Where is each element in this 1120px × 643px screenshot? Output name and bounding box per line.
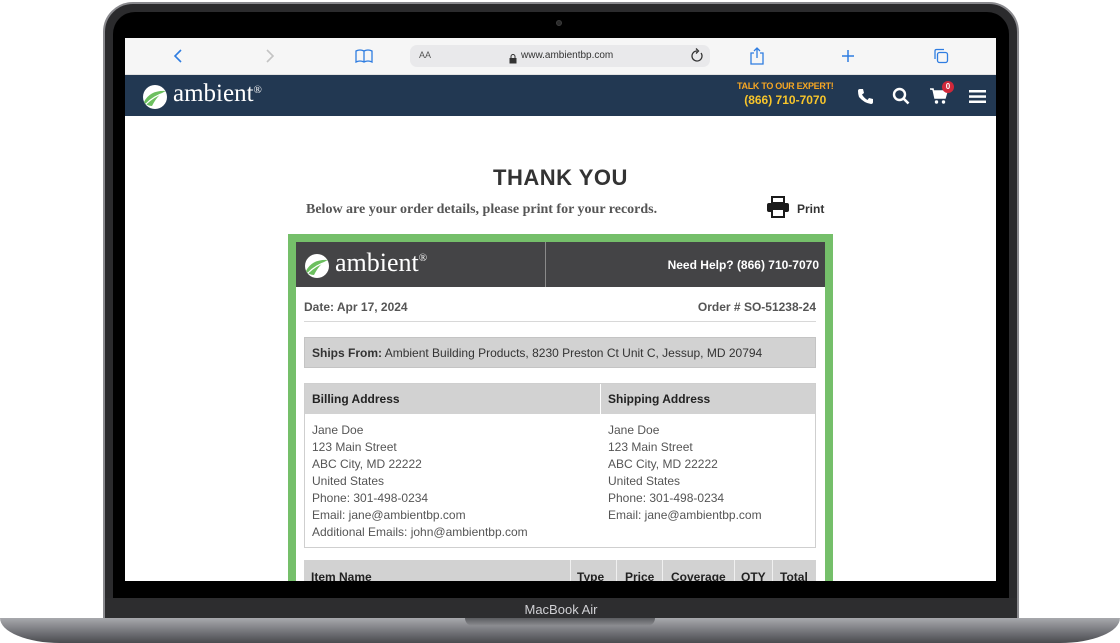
webcam	[556, 20, 562, 26]
billing-additional-emails: Additional Emails: john@ambientbp.com	[312, 525, 528, 539]
order-date: Date: Apr 17, 2024	[304, 300, 408, 314]
shipping-address: Jane Doe 123 Main Street ABC City, MD 22…	[608, 422, 762, 524]
shipping-address-title: Shipping Address	[608, 392, 711, 406]
column-type: Type	[577, 570, 605, 581]
column-price: Price	[625, 570, 655, 581]
shipping-street: 123 Main Street	[608, 440, 693, 454]
column-divider	[772, 560, 773, 581]
billing-city: ABC City, MD 22222	[312, 457, 422, 471]
device-label: MacBook Air	[524, 602, 598, 617]
browser-screen: AA www.ambientbp.com ambient® TALK TO OU…	[125, 38, 996, 581]
column-total: Total	[780, 570, 808, 581]
expert-contact[interactable]: TALK TO OUR EXPERT! (866) 710-7070	[737, 81, 834, 107]
billing-address-title: Billing Address	[312, 392, 400, 406]
url-text: www.ambientbp.com	[521, 50, 614, 61]
page-subtitle: Below are your order details, please pri…	[306, 202, 658, 217]
billing-street: 123 Main Street	[312, 440, 397, 454]
printer-icon	[767, 196, 789, 218]
browser-toolbar: AA www.ambientbp.com	[125, 38, 996, 75]
billing-phone: Phone: 301-498-0234	[312, 491, 429, 505]
ships-from-label: Ships From:	[312, 346, 383, 360]
bookmarks-icon[interactable]	[354, 46, 374, 66]
shipping-country: United States	[608, 474, 681, 488]
help-phone[interactable]: Need Help? (866) 710-7070	[668, 258, 819, 272]
column-divider	[662, 560, 663, 581]
text-size-button[interactable]: AA	[419, 50, 431, 60]
new-tab-icon[interactable]	[838, 46, 858, 66]
share-icon[interactable]	[747, 46, 767, 66]
column-item-name: Item Name	[311, 570, 372, 581]
address-bar[interactable]: AA www.ambientbp.com	[410, 45, 710, 67]
order-number: Order # SO-51238-24	[697, 300, 816, 314]
divider	[304, 321, 816, 322]
forward-icon[interactable]	[260, 46, 280, 66]
leaf-logo-icon	[305, 254, 329, 278]
tabs-overview-icon[interactable]	[931, 46, 951, 66]
print-label: Print	[797, 202, 825, 216]
expert-label: TALK TO OUR EXPERT!	[737, 81, 834, 91]
items-table-header: Item Name Type Price Coverage QTY Total	[304, 560, 816, 581]
column-divider	[570, 560, 571, 581]
column-divider	[616, 560, 617, 581]
laptop-chin: MacBook Air	[103, 598, 1019, 620]
shipping-city: ABC City, MD 22222	[608, 457, 718, 471]
column-divider	[600, 384, 601, 414]
cart-count-badge: 0	[942, 81, 954, 93]
shipping-email: Email: jane@ambientbp.com	[608, 508, 762, 522]
ships-from: Ships From: Ambient Building Products, 8…	[304, 337, 816, 368]
lock-icon	[509, 51, 517, 69]
billing-email: Email: jane@ambientbp.com	[312, 508, 466, 522]
back-icon[interactable]	[168, 46, 188, 66]
column-qty: QTY	[741, 570, 766, 581]
logo-wordmark: ambient®	[173, 80, 262, 107]
card-logo-wordmark: ambient®	[335, 248, 428, 277]
laptop-hinge-notch	[465, 618, 655, 626]
page-title: THANK YOU	[493, 165, 628, 190]
shipping-phone: Phone: 301-498-0234	[608, 491, 725, 505]
card-header: ambient® Need Help? (866) 710-7070	[296, 242, 825, 287]
menu-icon[interactable]	[966, 85, 988, 107]
column-divider	[734, 560, 735, 581]
laptop-base	[0, 618, 1120, 643]
order-details-card: ambient® Need Help? (866) 710-7070 Date:…	[288, 234, 833, 581]
ships-from-address: Ambient Building Products, 8230 Preston …	[384, 346, 763, 360]
address-table-header: Billing Address Shipping Address	[305, 384, 815, 414]
phone-icon[interactable]	[854, 85, 876, 107]
billing-country: United States	[312, 474, 385, 488]
cart-icon[interactable]: 0	[928, 81, 954, 107]
address-table: Billing Address Shipping Address Jane Do…	[304, 383, 816, 548]
reload-icon[interactable]	[690, 47, 704, 68]
shipping-name: Jane Doe	[608, 423, 660, 437]
search-icon[interactable]	[890, 85, 912, 107]
card-header-divider	[545, 242, 546, 287]
leaf-logo-icon	[143, 85, 167, 109]
column-coverage: Coverage	[671, 570, 726, 581]
site-header: ambient® TALK TO OUR EXPERT! (866) 710-7…	[125, 75, 996, 116]
expert-phone[interactable]: (866) 710-7070	[737, 93, 833, 107]
billing-address: Jane Doe 123 Main Street ABC City, MD 22…	[312, 422, 528, 541]
billing-name: Jane Doe	[312, 423, 364, 437]
